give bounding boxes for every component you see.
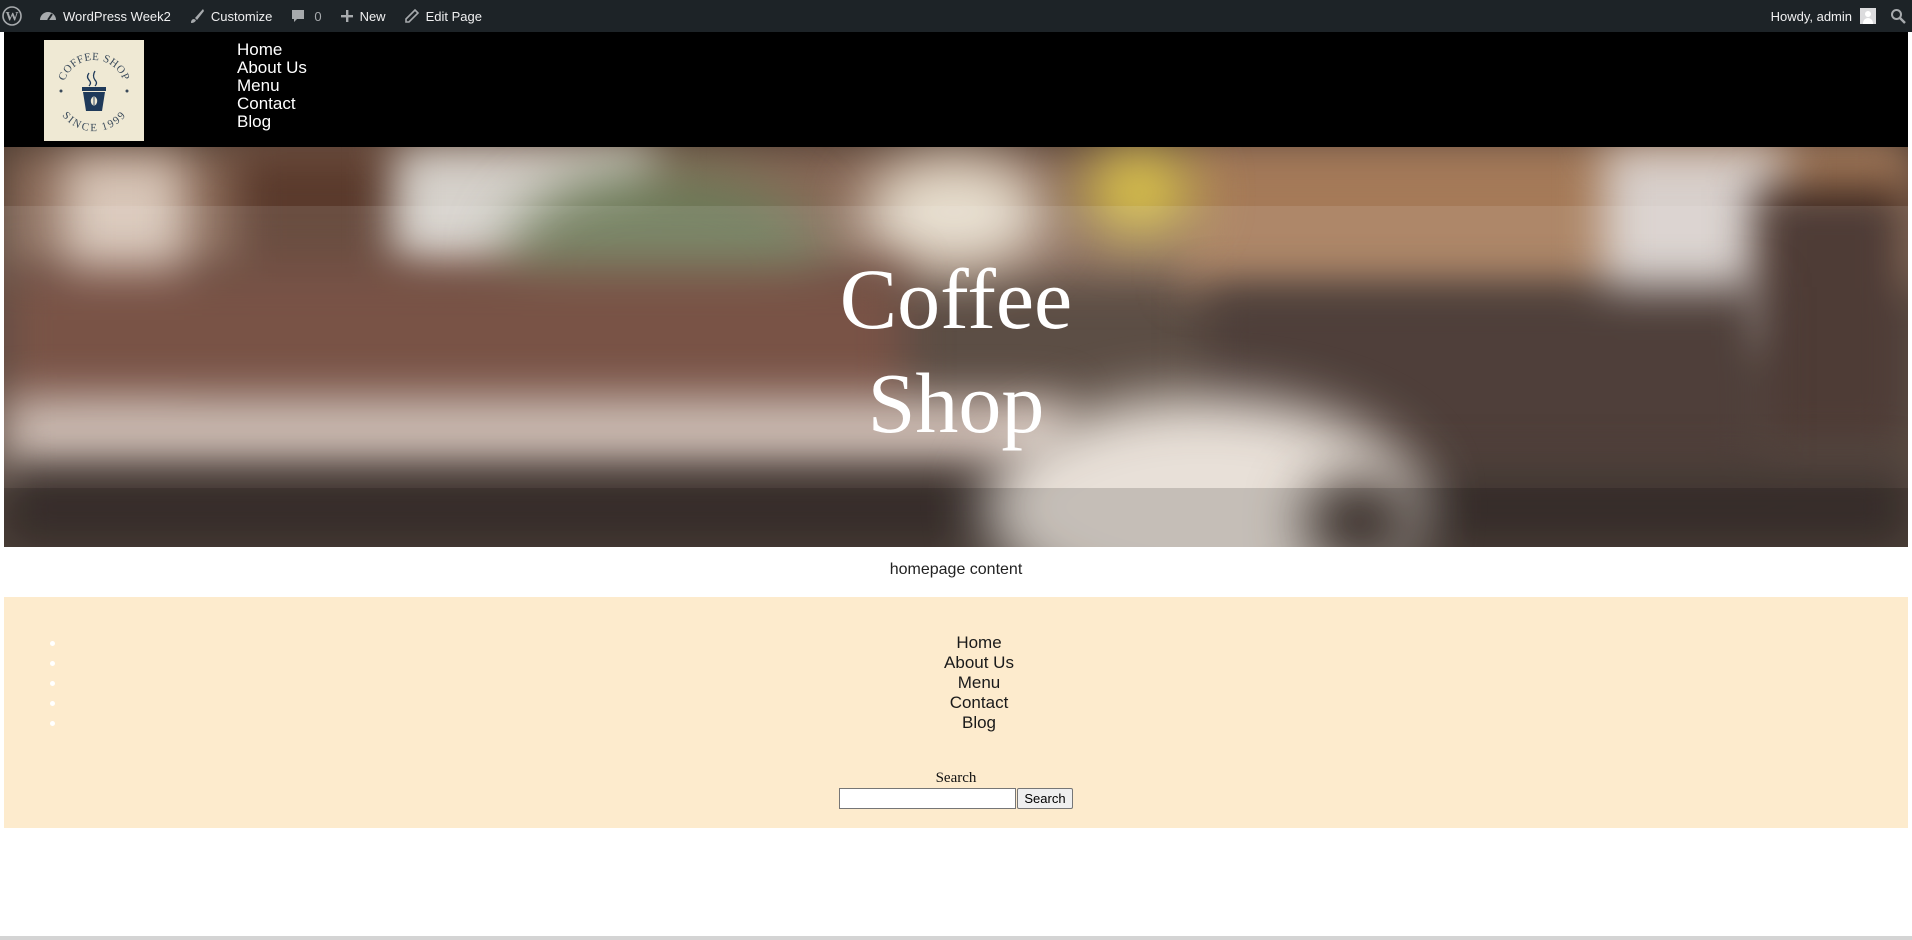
edit-page-label: Edit Page	[425, 8, 482, 24]
hero-title-line-1: Coffee	[839, 251, 1073, 347]
nav-item-contact[interactable]: Contact	[237, 95, 307, 113]
horizontal-scrollbar[interactable]	[0, 936, 1912, 940]
footer-nav-item-about-us[interactable]: About Us	[44, 653, 1912, 673]
site-logo[interactable]: COFFEE SHOP SINCE 1999	[44, 40, 144, 141]
site-name-menu[interactable]: WordPress Week2	[30, 0, 180, 32]
site-name-label: WordPress Week2	[63, 8, 171, 24]
search-button[interactable]: Search	[1017, 788, 1073, 809]
footer-nav-item-menu[interactable]: Menu	[44, 673, 1912, 693]
paintbrush-icon	[189, 8, 205, 24]
avatar	[1860, 8, 1876, 24]
svg-text:SINCE 1999: SINCE 1999	[60, 109, 128, 134]
new-content-menu[interactable]: New	[331, 0, 395, 32]
customize-link[interactable]: Customize	[180, 0, 281, 32]
search-input[interactable]	[839, 788, 1017, 809]
plus-icon	[340, 9, 354, 23]
nav-item-about-us[interactable]: About Us	[237, 59, 307, 77]
hero-bottom-band	[4, 488, 1908, 547]
footer-nav-item-home[interactable]: Home	[44, 633, 1912, 653]
my-account-menu[interactable]: Howdy, admin	[1762, 0, 1882, 32]
footer-navigation: Home About Us Menu Contact Blog	[44, 633, 1912, 733]
wordpress-logo-icon: W	[2, 6, 22, 26]
coffee-shop-logo-icon: COFFEE SHOP SINCE 1999	[56, 50, 131, 134]
edit-page-link[interactable]: Edit Page	[395, 0, 491, 32]
howdy-label: Howdy, admin	[1770, 8, 1852, 24]
nav-item-home[interactable]: Home	[237, 41, 307, 59]
hero-title-line-2: Shop	[867, 355, 1045, 451]
page-content: homepage content	[889, 561, 1023, 578]
nav-item-blog[interactable]: Blog	[237, 113, 307, 131]
logo-text-bottom: SINCE 1999	[60, 109, 128, 134]
comments-count: 0	[314, 8, 322, 24]
search-label: Search	[935, 770, 977, 786]
hero-title: Coffee Shop	[4, 247, 1908, 455]
comment-bubble-icon	[290, 8, 306, 24]
admin-search-button[interactable]	[1882, 0, 1912, 32]
hero-banner: Coffee Shop	[4, 147, 1908, 547]
search-row: Search	[839, 788, 1073, 809]
customize-label: Customize	[210, 8, 273, 24]
nav-item-menu[interactable]: Menu	[237, 77, 307, 95]
wordpress-logo-button[interactable]: W	[0, 0, 30, 32]
footer-nav-item-contact[interactable]: Contact	[44, 693, 1912, 713]
site-header: COFFEE SHOP SINCE 1999 Home About Us Men…	[4, 32, 1908, 147]
pencil-icon	[404, 8, 420, 24]
admin-bar: W WordPress Week2 Customize 0 New Edit P…	[0, 0, 1912, 32]
search-icon	[1890, 8, 1906, 24]
svg-text:W: W	[6, 9, 19, 24]
footer-nav-item-blog[interactable]: Blog	[44, 713, 1912, 733]
primary-navigation: Home About Us Menu Contact Blog	[237, 41, 307, 131]
new-label: New	[359, 8, 386, 24]
dashboard-gauge-icon	[39, 8, 57, 24]
site-footer: Home About Us Menu Contact Blog Search S…	[4, 597, 1908, 828]
comments-link[interactable]: 0	[281, 0, 330, 32]
search-form: Search Search	[4, 770, 1908, 809]
